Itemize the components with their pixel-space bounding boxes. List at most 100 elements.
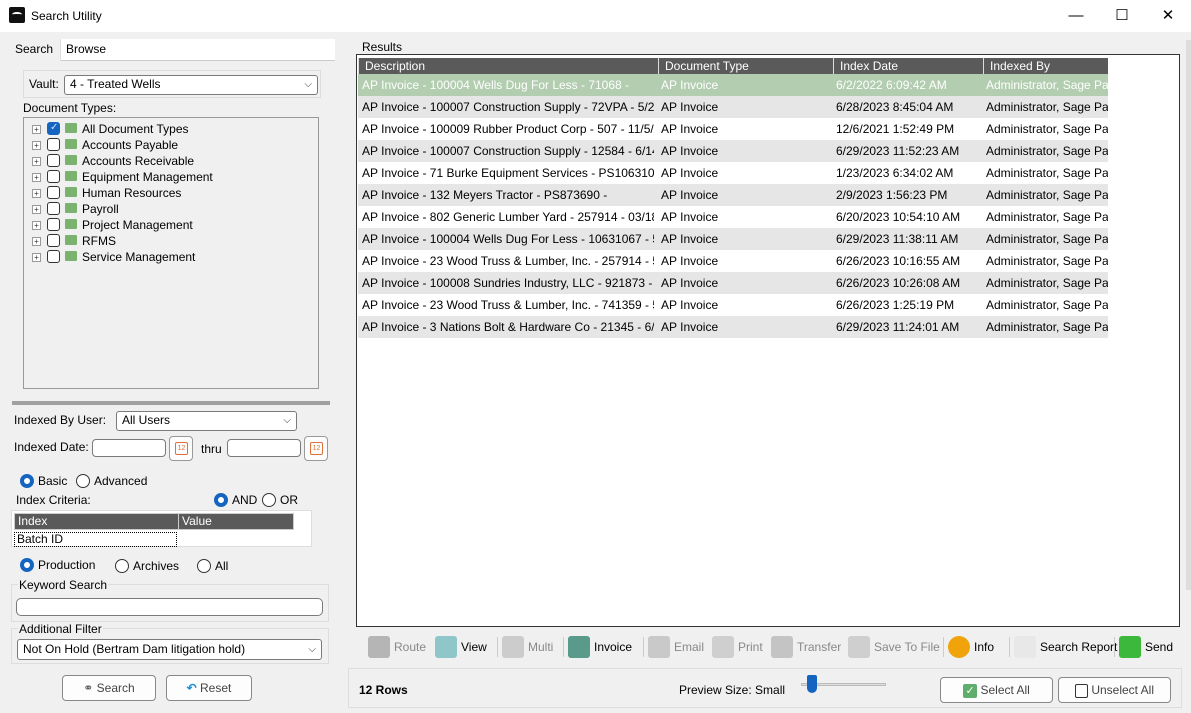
description-cell: AP Invoice - 132 Meyers Tractor - PS8736… bbox=[362, 188, 608, 202]
value-column-header[interactable]: Value bbox=[178, 513, 294, 530]
info-button[interactable]: Info bbox=[948, 635, 994, 659]
tree-checkbox[interactable] bbox=[47, 218, 60, 231]
description-cell: AP Invoice - 100008 Sundries Industry, L… bbox=[362, 276, 654, 290]
tree-checkbox[interactable] bbox=[47, 170, 60, 183]
status-bar: 12 Rows Preview Size: Small ✓ Select All… bbox=[348, 668, 1182, 708]
tree-checkbox[interactable] bbox=[47, 138, 60, 151]
indexed-by-cell: Administrator, Sage Pa... bbox=[986, 100, 1108, 114]
basic-radio[interactable]: Basic bbox=[20, 474, 67, 488]
view-button[interactable]: View bbox=[435, 635, 487, 659]
results-label: Results bbox=[362, 40, 403, 54]
additional-filter-select[interactable]: Not On Hold (Bertram Dam litigation hold… bbox=[17, 639, 322, 660]
close-button[interactable]: ✕ bbox=[1145, 0, 1191, 32]
tree-checkbox[interactable] bbox=[47, 186, 60, 199]
index-criteria-grid[interactable]: Index Value Batch ID bbox=[11, 510, 312, 547]
production-radio[interactable]: Production bbox=[20, 558, 95, 572]
expand-plus-icon[interactable]: + bbox=[32, 173, 41, 182]
table-row[interactable]: AP Invoice - 100008 Sundries Industry, L… bbox=[358, 272, 1108, 294]
calendar-icon: 12 bbox=[310, 442, 323, 455]
date-from-input[interactable] bbox=[92, 439, 166, 457]
reset-button[interactable]: ↶ Reset bbox=[166, 675, 252, 701]
search-button[interactable]: ⚭ Search bbox=[62, 675, 156, 701]
index-date-cell: 6/29/2023 11:38:11 AM bbox=[836, 232, 959, 246]
document-types-tree[interactable]: + All Document Types + Accounts Payable + Acc… bbox=[23, 117, 319, 389]
expand-plus-icon[interactable]: + bbox=[32, 157, 41, 166]
send-button[interactable]: Send bbox=[1119, 635, 1173, 659]
date-to-calendar-button[interactable]: 12 bbox=[304, 436, 328, 461]
index-date-column-header[interactable]: Index Date bbox=[833, 58, 983, 74]
table-row[interactable]: AP Invoice - 100009 Rubber Product Corp … bbox=[358, 118, 1108, 140]
all-radio[interactable]: All bbox=[197, 559, 228, 573]
binoculars-icon: ⚭ bbox=[83, 681, 97, 695]
route-button[interactable]: Route bbox=[368, 635, 426, 659]
row-count: 12 Rows bbox=[359, 683, 408, 697]
expand-plus-icon[interactable]: + bbox=[32, 125, 41, 134]
maximize-button[interactable]: ☐ bbox=[1099, 0, 1145, 32]
expand-plus-icon[interactable]: + bbox=[32, 141, 41, 150]
table-row[interactable]: AP Invoice - 100007 Construction Supply … bbox=[358, 96, 1108, 118]
index-date-cell: 6/26/2023 1:25:19 PM bbox=[836, 298, 955, 312]
window-edge-scrollbar[interactable] bbox=[1186, 40, 1191, 590]
toolbar-separator bbox=[943, 637, 944, 657]
minimize-button[interactable]: — bbox=[1053, 0, 1099, 32]
expand-plus-icon[interactable]: + bbox=[32, 189, 41, 198]
tab-browse[interactable]: Browse bbox=[59, 39, 113, 61]
table-row[interactable]: AP Invoice - 71 Burke Equipment Services… bbox=[358, 162, 1108, 184]
index-date-cell: 6/29/2023 11:52:23 AM bbox=[836, 144, 960, 158]
table-row[interactable]: AP Invoice - 100004 Wells Dug For Less -… bbox=[358, 74, 1108, 96]
index-date-cell: 6/26/2023 10:16:55 AM bbox=[836, 254, 961, 268]
vault-select[interactable]: 4 - Treated Wells ⌵ bbox=[64, 75, 318, 95]
date-from-calendar-button[interactable]: 12 bbox=[169, 436, 193, 461]
date-to-input[interactable] bbox=[227, 439, 301, 457]
print-button[interactable]: Print bbox=[712, 635, 763, 659]
expand-plus-icon[interactable]: + bbox=[32, 237, 41, 246]
table-row[interactable]: AP Invoice - 23 Wood Truss & Lumber, Inc… bbox=[358, 294, 1108, 316]
archives-radio[interactable]: Archives bbox=[115, 559, 179, 573]
table-row[interactable]: AP Invoice - 100007 Construction Supply … bbox=[358, 140, 1108, 162]
indexed-by-select[interactable]: All Users ⌵ bbox=[116, 411, 297, 431]
expand-plus-icon[interactable]: + bbox=[32, 205, 41, 214]
criteria-index-cell[interactable]: Batch ID bbox=[14, 532, 177, 547]
table-row[interactable]: AP Invoice - 132 Meyers Tractor - PS8736… bbox=[358, 184, 1108, 206]
search-report-button[interactable]: Search Report bbox=[1014, 635, 1117, 659]
index-date-cell: 6/29/2023 11:24:01 AM bbox=[836, 320, 960, 334]
left-tabs: Search Browse bbox=[8, 39, 335, 61]
expand-plus-icon[interactable]: + bbox=[32, 221, 41, 230]
or-radio[interactable]: OR bbox=[262, 493, 298, 507]
tree-checkbox[interactable] bbox=[47, 122, 60, 135]
index-date-cell: 6/2/2022 6:09:42 AM bbox=[836, 78, 947, 92]
expand-plus-icon[interactable]: + bbox=[32, 253, 41, 262]
and-radio[interactable]: AND bbox=[214, 493, 257, 507]
results-grid[interactable]: Description Document Type Index Date Ind… bbox=[356, 54, 1180, 627]
save-to-file-button[interactable]: Save To File bbox=[848, 635, 940, 659]
invoice-button[interactable]: Invoice bbox=[568, 635, 632, 659]
tree-checkbox[interactable] bbox=[47, 234, 60, 247]
transfer-button[interactable]: Transfer bbox=[771, 635, 841, 659]
unselect-all-button[interactable]: Unselect All bbox=[1058, 677, 1171, 703]
preview-size-slider-thumb[interactable] bbox=[807, 675, 818, 693]
tree-node-label: Human Resources bbox=[82, 186, 182, 200]
multi-button[interactable]: Multi bbox=[502, 635, 553, 659]
document-type-column-header[interactable]: Document Type bbox=[658, 58, 833, 74]
tree-checkbox[interactable] bbox=[47, 250, 60, 263]
table-row[interactable]: AP Invoice - 802 Generic Lumber Yard - 2… bbox=[358, 206, 1108, 228]
email-button[interactable]: Email bbox=[648, 635, 704, 659]
tree-checkbox[interactable] bbox=[47, 202, 60, 215]
panel-splitter[interactable] bbox=[12, 401, 330, 405]
advanced-radio[interactable]: Advanced bbox=[76, 474, 147, 488]
table-row[interactable]: AP Invoice - 23 Wood Truss & Lumber, Inc… bbox=[358, 250, 1108, 272]
description-column-header[interactable]: Description bbox=[358, 58, 658, 74]
keyword-search-input[interactable] bbox=[16, 598, 323, 616]
select-all-button[interactable]: ✓ Select All bbox=[940, 677, 1053, 703]
index-column-header[interactable]: Index bbox=[14, 513, 179, 530]
table-row[interactable]: AP Invoice - 100004 Wells Dug For Less -… bbox=[358, 228, 1108, 250]
indexed-by-column-header[interactable]: Indexed By bbox=[983, 58, 1108, 74]
document-type-cell: AP Invoice bbox=[661, 320, 719, 334]
folder-icon bbox=[65, 139, 77, 149]
tree-checkbox[interactable] bbox=[47, 154, 60, 167]
toolbar-button-label: Send bbox=[1145, 640, 1174, 654]
tab-search[interactable]: Search bbox=[8, 39, 62, 61]
document-type-cell: AP Invoice bbox=[661, 276, 719, 290]
table-row[interactable]: AP Invoice - 3 Nations Bolt & Hardware C… bbox=[358, 316, 1108, 338]
shuffle-icon bbox=[368, 636, 390, 658]
